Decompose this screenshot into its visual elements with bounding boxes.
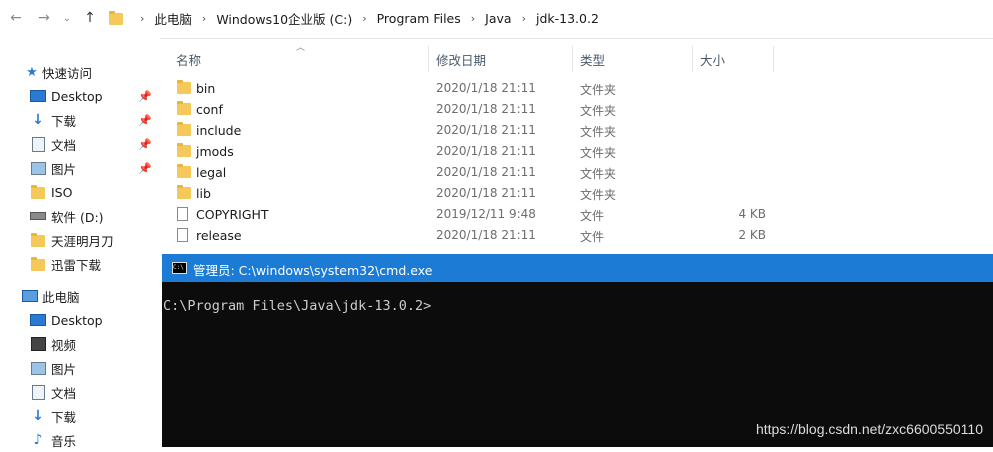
drive-icon	[30, 208, 46, 224]
column-divider[interactable]	[572, 46, 573, 72]
sidebar-item-music[interactable]: ♪ 音乐	[0, 428, 160, 452]
folder-icon	[177, 101, 191, 116]
sidebar-item-tianya[interactable]: 天涯明月刀	[0, 228, 160, 252]
cmd-app-icon[interactable]: C:\	[172, 262, 187, 274]
column-header-date[interactable]: 修改日期	[436, 46, 486, 72]
desktop-icon	[30, 88, 46, 104]
file-row-conf[interactable]: conf 2020/1/18 21:11 文件夹	[170, 99, 774, 120]
column-header-type[interactable]: 类型	[580, 46, 605, 72]
folder-icon	[177, 143, 191, 158]
picture-icon	[30, 360, 46, 376]
command-prompt-line[interactable]: C:\Program Files\Java\jdk-13.0.2>	[163, 298, 431, 314]
file-row-bin[interactable]: bin 2020/1/18 21:11 文件夹	[170, 78, 774, 99]
folder-icon	[177, 80, 191, 95]
file-icon	[177, 228, 191, 242]
sort-ascending-icon: ︿	[296, 43, 306, 53]
breadcrumb: › 此电脑 › Windows10企业版 (C:) › Program File…	[130, 4, 599, 32]
folder-icon	[30, 184, 46, 200]
breadcrumb-jdk[interactable]: jdk-13.0.2	[536, 11, 599, 26]
folder-icon	[30, 256, 46, 272]
column-header-size[interactable]: 大小	[700, 46, 725, 72]
video-icon	[30, 336, 46, 352]
watermark-text: https://blog.csdn.net/zxc6600550110	[755, 421, 983, 437]
sidebar-item-videos[interactable]: 视频	[0, 332, 160, 356]
folder-icon	[108, 8, 124, 28]
breadcrumb-c-drive[interactable]: Windows10企业版 (C:)	[216, 9, 352, 28]
breadcrumb-java[interactable]: Java	[485, 11, 511, 26]
sidebar-item-desktop[interactable]: Desktop 📌	[0, 84, 160, 108]
back-arrow-icon[interactable]: ←	[6, 8, 26, 28]
recent-dropdown-icon[interactable]: ⌄	[60, 8, 74, 28]
cmd-window[interactable]: C:\ 管理员: C:\windows\system32\cmd.exe C:\…	[162, 254, 993, 447]
address-bar: ← → ⌄ ↑ › 此电脑 › Windows10企业版 (C:) › Prog…	[0, 0, 993, 39]
column-headers: ︿ 名称 修改日期 类型 大小	[170, 43, 774, 72]
sidebar-item-downloads[interactable]: ↓ 下载 📌	[0, 108, 160, 132]
computer-icon	[22, 288, 38, 304]
folder-icon	[177, 164, 191, 179]
file-row-copyright[interactable]: COPYRIGHT 2019/12/11 9:48 文件 4 KB	[170, 204, 774, 225]
up-arrow-icon[interactable]: ↑	[80, 8, 100, 28]
chevron-right-icon[interactable]: ›	[362, 12, 366, 25]
navigation-pane: ★ 快速访问 Desktop 📌 ↓ 下载 📌 文档 📌 图片 📌 ISO 软件…	[0, 38, 160, 449]
picture-icon	[30, 160, 46, 176]
pin-icon[interactable]: 📌	[138, 138, 152, 151]
column-header-name[interactable]: 名称	[176, 46, 201, 72]
column-divider[interactable]	[692, 46, 693, 72]
cmd-title-bar[interactable]: C:\ 管理员: C:\windows\system32\cmd.exe	[162, 254, 993, 282]
column-divider[interactable]	[428, 46, 429, 72]
sidebar-item-quick-access[interactable]: ★ 快速访问	[0, 60, 160, 84]
sidebar-item-drive-d[interactable]: 软件 (D:)	[0, 204, 160, 228]
sidebar-item-pc-desktop[interactable]: Desktop	[0, 308, 160, 332]
breadcrumb-this-pc[interactable]: 此电脑	[154, 9, 192, 28]
music-icon: ♪	[33, 432, 43, 448]
folder-icon	[177, 185, 191, 200]
download-icon: ↓	[32, 112, 44, 128]
chevron-right-icon[interactable]: ›	[471, 12, 475, 25]
desktop-icon	[30, 312, 46, 328]
pin-icon[interactable]: 📌	[138, 90, 152, 103]
cmd-window-title: 管理员: C:\windows\system32\cmd.exe	[193, 263, 433, 278]
chevron-right-icon[interactable]: ›	[522, 12, 526, 25]
chevron-right-icon: ›	[140, 11, 145, 25]
sidebar-item-pc-documents[interactable]: 文档	[0, 380, 160, 404]
column-divider[interactable]	[773, 46, 774, 72]
sidebar-item-pc-downloads[interactable]: ↓ 下载	[0, 404, 160, 428]
download-icon: ↓	[32, 408, 44, 424]
document-icon	[30, 136, 46, 152]
pin-icon[interactable]: 📌	[138, 114, 152, 127]
document-icon	[30, 384, 46, 400]
sidebar-item-pc-pictures[interactable]: 图片	[0, 356, 160, 380]
sidebar-item-this-pc[interactable]: 此电脑	[0, 284, 160, 308]
sidebar-item-thunder[interactable]: 迅雷下载	[0, 252, 160, 276]
chevron-right-icon[interactable]: ›	[202, 12, 206, 25]
star-icon: ★	[26, 64, 38, 80]
sidebar-item-iso[interactable]: ISO	[0, 180, 160, 204]
file-icon	[177, 207, 191, 221]
file-row-include[interactable]: include 2020/1/18 21:11 文件夹	[170, 120, 774, 141]
pin-icon[interactable]: 📌	[138, 162, 152, 175]
file-row-release[interactable]: release 2020/1/18 21:11 文件 2 KB	[170, 225, 774, 246]
file-row-jmods[interactable]: jmods 2020/1/18 21:11 文件夹	[170, 141, 774, 162]
forward-arrow-icon[interactable]: →	[34, 8, 54, 28]
sidebar-item-pictures[interactable]: 图片 📌	[0, 156, 160, 180]
file-row-legal[interactable]: legal 2020/1/18 21:11 文件夹	[170, 162, 774, 183]
file-row-lib[interactable]: lib 2020/1/18 21:11 文件夹	[170, 183, 774, 204]
folder-icon	[30, 232, 46, 248]
breadcrumb-program-files[interactable]: Program Files	[377, 11, 461, 26]
sidebar-item-documents[interactable]: 文档 📌	[0, 132, 160, 156]
folder-icon	[177, 122, 191, 137]
